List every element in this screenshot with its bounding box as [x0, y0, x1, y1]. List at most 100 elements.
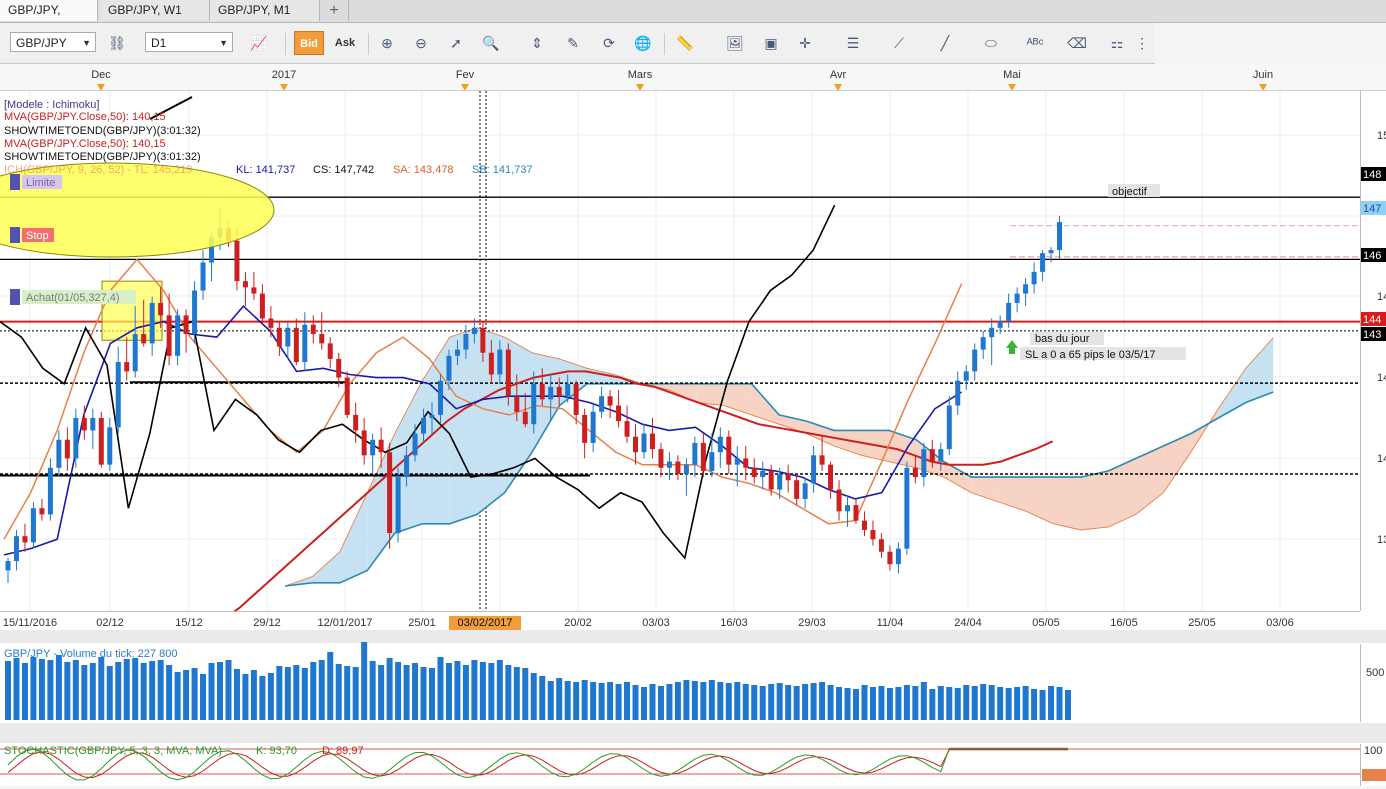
month-label: Fev	[456, 69, 475, 81]
stochastic-pane[interactable]: STOCHASTIC(GBP/JPY, 5, 3, 3, MVA, MVA) -…	[0, 744, 1386, 786]
date-label: 03/06	[1266, 617, 1294, 629]
price-tick: 137	[1377, 534, 1386, 546]
candle-body	[192, 291, 197, 335]
stochastic-d: D: 89,97	[322, 745, 364, 757]
volume-bar	[463, 665, 469, 720]
eraser-icon[interactable]: ⌫	[1064, 31, 1090, 55]
sl-note-label[interactable]: SL a 0 a 65 pips le 03/5/17	[1025, 349, 1155, 361]
pane-separator[interactable]	[0, 630, 1386, 643]
volume-bar	[607, 682, 613, 720]
lines-icon[interactable]: ☰	[840, 31, 866, 55]
price-tick: 140	[1377, 453, 1386, 465]
order-stop[interactable]: Stop	[10, 227, 54, 243]
timeframe-select[interactable]: D1▼	[145, 32, 233, 52]
candle-body	[896, 549, 901, 565]
volume-bar	[1023, 686, 1029, 720]
month-label: 2017	[272, 69, 296, 81]
volume-bar	[845, 688, 851, 720]
globe-icon[interactable]: 🌐	[630, 31, 656, 55]
legend-chikou: CS: 147,742	[313, 164, 374, 176]
chart-type-icon[interactable]: 📈	[246, 31, 272, 55]
refresh-icon[interactable]: ⟳	[596, 31, 622, 55]
candle-body	[769, 471, 774, 490]
date-axis[interactable]: 15/11/2016 02/12 15/12 29/12 12/01/2017 …	[0, 612, 1386, 631]
objectif-label[interactable]: objectif	[1112, 186, 1148, 198]
trendline-icon[interactable]: ╱	[932, 31, 958, 55]
volume-bar	[39, 659, 45, 720]
candle-body	[294, 328, 299, 362]
candle-body	[141, 334, 146, 343]
order-handle[interactable]	[10, 289, 20, 305]
candle-body	[116, 362, 121, 427]
link-icon[interactable]: ⛓	[104, 31, 130, 55]
candle-body	[1032, 272, 1037, 284]
volume-bar	[870, 687, 876, 720]
volume-bar	[785, 685, 791, 720]
volume-bar	[370, 661, 376, 720]
candle-body	[463, 334, 468, 350]
tab-gbpjpy-w1[interactable]: GBP/JPY, W1	[100, 0, 210, 21]
volume-bar	[13, 658, 19, 720]
candle-body	[6, 561, 11, 570]
hierarchy-icon[interactable]: ⚏	[1104, 31, 1130, 55]
volume-axis-bg	[1361, 644, 1386, 722]
volume-bar	[124, 659, 130, 720]
zoom-in-icon[interactable]: ⊕	[374, 31, 400, 55]
volume-bar	[522, 668, 528, 720]
order-handle[interactable]	[10, 174, 20, 190]
price-axis[interactable]: 150 145 142 140 137 148 147 146 144 143	[1361, 91, 1386, 611]
candle-body	[268, 318, 273, 327]
symbol-select[interactable]: GBP/JPY▼	[10, 32, 96, 52]
order-achat[interactable]: Achat(01/05,327,4)	[10, 289, 136, 305]
ruler-icon[interactable]: 📏	[672, 31, 698, 55]
cursor-icon[interactable]: ➚	[443, 31, 469, 55]
candle-body	[913, 468, 918, 477]
pane-separator[interactable]	[0, 723, 1386, 743]
price-tick: 150	[1377, 130, 1386, 142]
zoom-out-icon[interactable]: ⊖	[408, 31, 434, 55]
autoscale-icon[interactable]: ⇕	[524, 31, 550, 55]
image-icon[interactable]: 🖼	[722, 31, 748, 55]
volume-bar	[760, 686, 766, 720]
tab-gbpjpy-m1[interactable]: GBP/JPY, M1	[210, 0, 320, 21]
stochastic-flag	[1362, 769, 1386, 781]
order-limit[interactable]: Limite	[10, 174, 62, 190]
volume-bar	[158, 660, 164, 720]
volume-bar	[344, 666, 350, 720]
chart-svg[interactable]: Dec 2017 Fev Mars Avr Mai Juin [Modele :…	[0, 64, 1386, 786]
candle-body	[167, 315, 172, 355]
order-handle[interactable]	[10, 227, 20, 243]
add-tab-button[interactable]: +	[320, 0, 349, 21]
candle-body	[565, 384, 570, 396]
legend-showtime: SHOWTIMETOEND(GBP/JPY)(3:01:32)	[4, 125, 201, 137]
tab-gbpjpy-d1[interactable]: GBP/JPY, D1✕	[0, 0, 98, 21]
bid-button[interactable]: Bid	[294, 31, 324, 55]
candle-body	[48, 468, 53, 515]
edit-icon[interactable]: ✎	[560, 31, 586, 55]
volume-bar	[319, 660, 325, 720]
volume-bar	[963, 685, 969, 720]
text-tool-icon[interactable]: ᴬᴮᶜ	[1022, 31, 1048, 55]
ask-button[interactable]: Ask	[330, 31, 360, 55]
date-label: 16/05	[1110, 617, 1138, 629]
price-flag-label: 148	[1363, 169, 1381, 181]
fan-icon[interactable]: ⟋	[886, 31, 912, 55]
volume-pane[interactable]: GBP/JPY - Volume du tick: 227 800 500	[0, 642, 1386, 722]
volume-bar	[556, 678, 562, 720]
candle-body	[243, 281, 248, 287]
ellipse-icon[interactable]: ⬭	[978, 31, 1004, 55]
volume-bar	[726, 683, 732, 720]
toolbar-overflow-icon[interactable]: ⋮	[1134, 31, 1150, 55]
volume-bar	[929, 689, 935, 720]
month-label: Dec	[91, 69, 111, 81]
chart-area[interactable]: Dec 2017 Fev Mars Avr Mai Juin [Modele :…	[0, 64, 1386, 786]
template-icon[interactable]: ▣	[758, 31, 784, 55]
zoom-window-icon[interactable]: 🔍	[478, 31, 504, 55]
price-tick: 142	[1377, 372, 1386, 384]
bas-du-jour-label[interactable]: bas du jour	[1035, 333, 1090, 345]
candle-body	[599, 396, 604, 412]
volume-bar	[404, 665, 410, 720]
candle-body	[684, 465, 689, 474]
volume-bar	[327, 652, 333, 720]
crosshair-icon[interactable]: ✛	[792, 31, 818, 55]
